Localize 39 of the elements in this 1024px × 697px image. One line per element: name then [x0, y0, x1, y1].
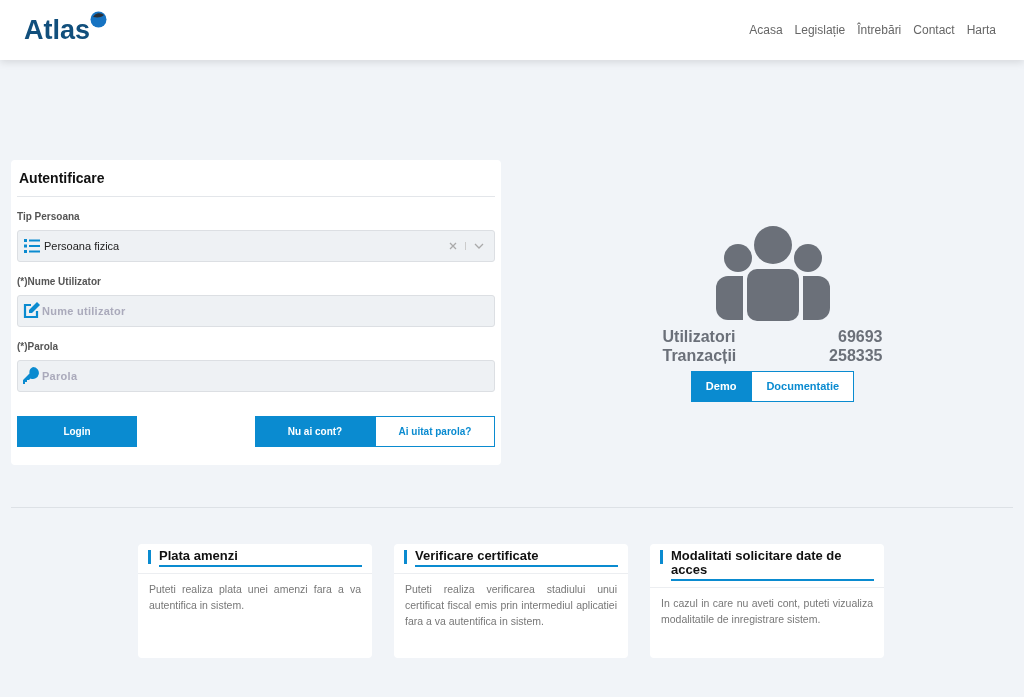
nav-link[interactable]: Legislație [794, 21, 846, 39]
person-type-select[interactable]: Persoana fizica [17, 230, 495, 262]
nav-link[interactable]: Harta [966, 21, 996, 39]
card-title: Modalitati solicitare date de acces [671, 549, 874, 581]
list-icon [24, 239, 40, 253]
card-title: Verificare certificate [415, 549, 618, 567]
clear-icon[interactable] [449, 242, 457, 250]
card-title: Plata amenzi [159, 549, 362, 567]
login-button[interactable]: Login [17, 416, 137, 447]
nav-link[interactable]: Acasa [749, 21, 783, 39]
card-text: In cazul in care nu aveti cont, puteti vizualiza modalitatile de inregistrare sistem. [660, 596, 874, 627]
select-value: Persoana fizica [44, 238, 121, 254]
stat-value: 258335 [829, 346, 883, 365]
key-icon [23, 367, 39, 384]
globe-icon [90, 10, 108, 28]
login-title: Autentificare [17, 168, 495, 197]
account-button[interactable]: Ai uitat parola? [375, 416, 495, 447]
field-label: (*)Nume Utilizator [17, 275, 102, 289]
users-group-icon [715, 225, 830, 321]
info-button[interactable]: Demo [690, 371, 752, 402]
nav-link[interactable]: Întrebări [857, 21, 902, 39]
stat-value: 69693 [838, 327, 883, 346]
info-button[interactable]: Documentatie [751, 371, 855, 402]
stat-label: Utilizatori [662, 327, 736, 346]
accent-bar [660, 550, 663, 564]
input-field[interactable]: Parola [17, 360, 495, 392]
card-text: Puteti realiza verificarea stadiului unui certificat fiscal emis prin intermediul aplicatiei fara a va autentifica in sistem. [404, 582, 618, 629]
accent-bar [148, 550, 151, 564]
chevron-down-icon[interactable] [474, 243, 484, 249]
stat-label: Tranzacții [662, 346, 737, 365]
field-label: Tip Persoana [17, 210, 81, 224]
edit-icon [23, 302, 41, 319]
account-button[interactable]: Nu ai cont? [255, 416, 375, 447]
card-text: Puteti realiza plata unei amenzi fara a va autentifica in sistem. [148, 582, 362, 613]
nav-link[interactable]: Contact [913, 21, 955, 39]
logo[interactable]: Atlas [24, 16, 91, 44]
accent-bar [404, 550, 407, 564]
input-field[interactable]: Nume utilizator [17, 295, 495, 327]
field-label: (*)Parola [17, 340, 60, 354]
